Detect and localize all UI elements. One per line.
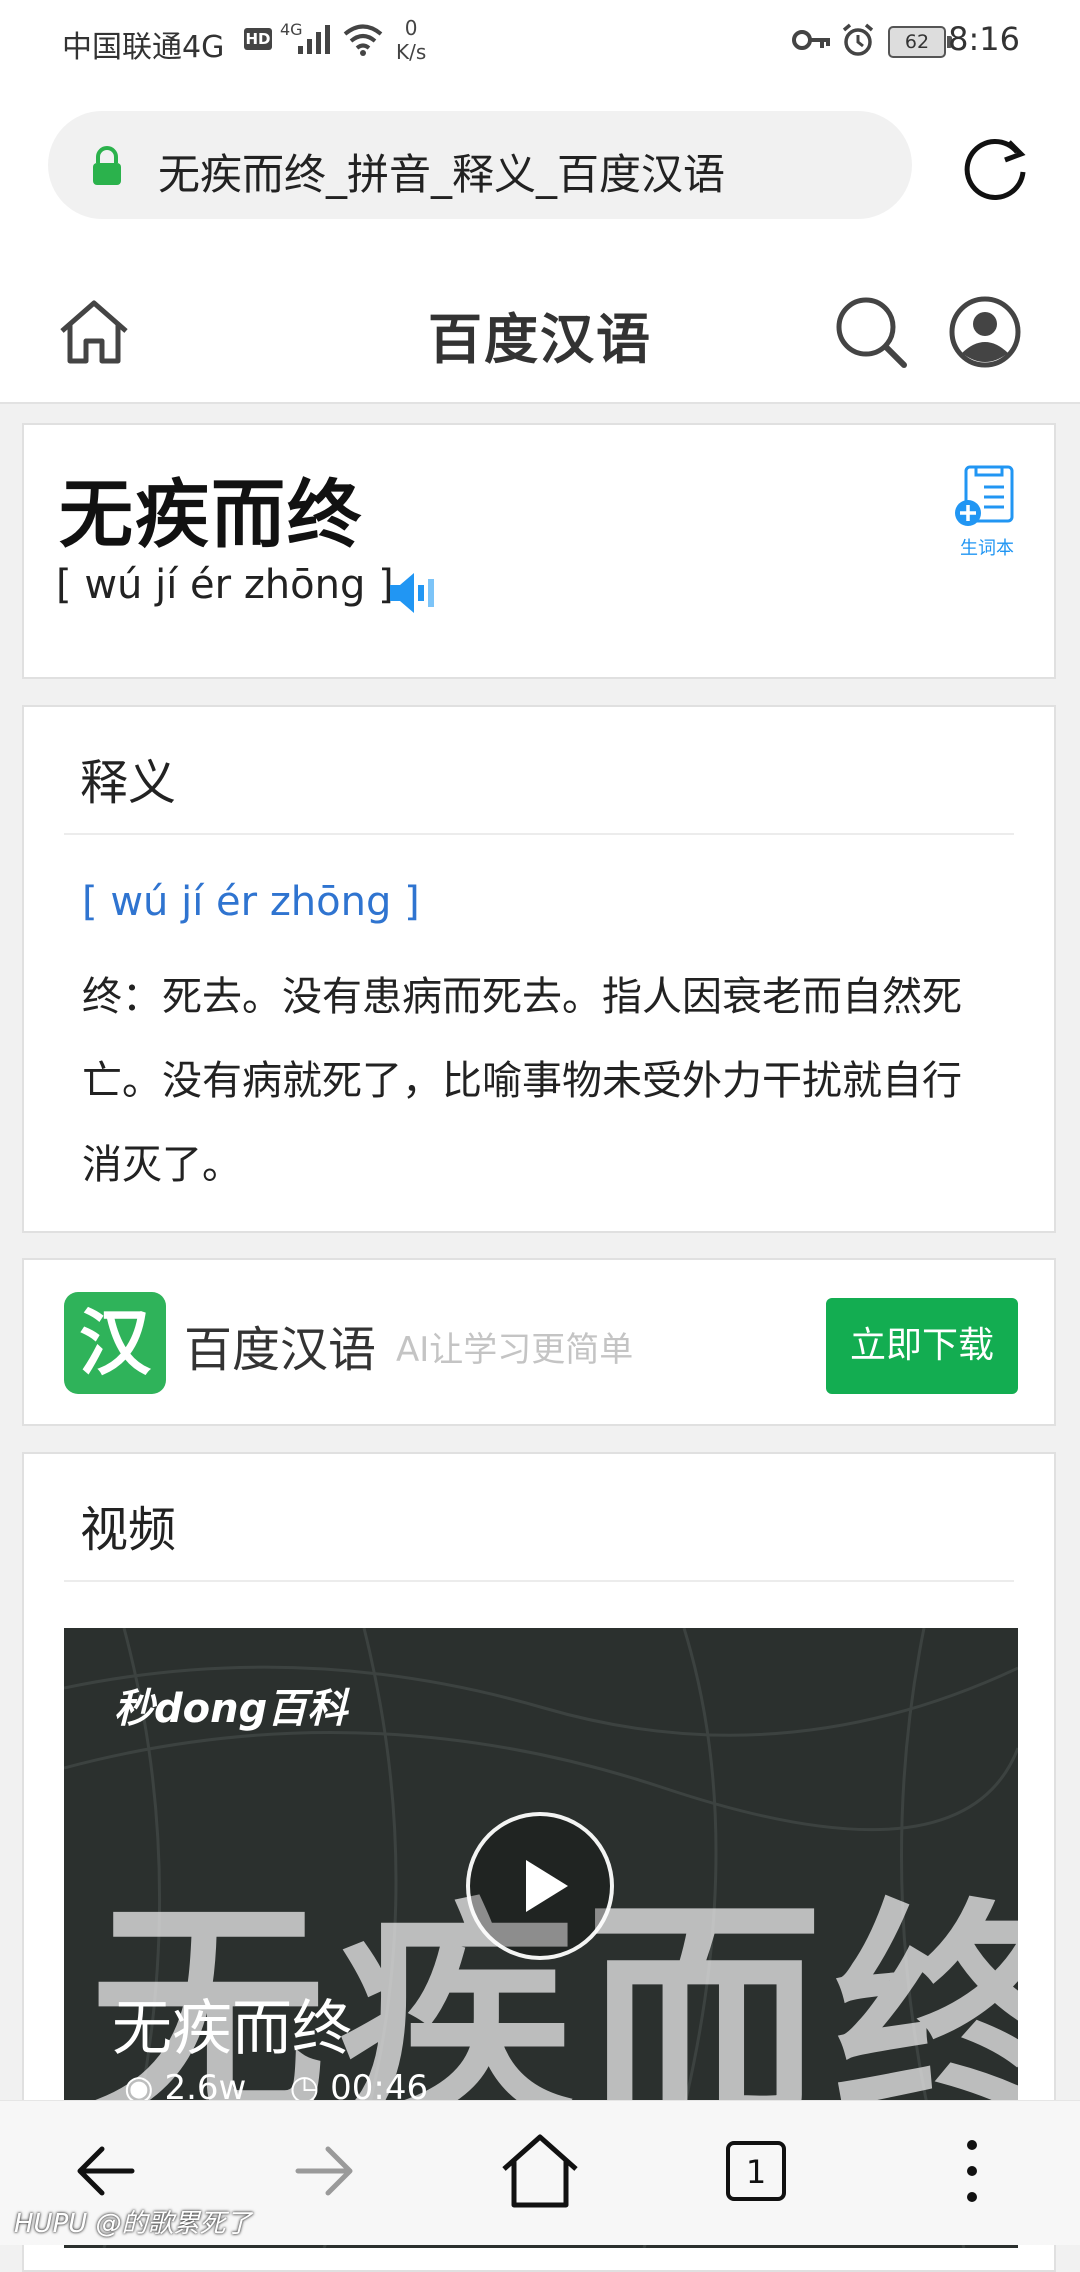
definition-pinyin: [ wú jí ér zhōng ]	[82, 879, 420, 925]
hd-badge: HD	[244, 28, 272, 50]
more-vertical-icon	[967, 2140, 977, 2202]
search-icon[interactable]	[834, 295, 910, 371]
video-watermark: 秒dong百科	[114, 1686, 348, 1732]
reload-icon[interactable]	[955, 128, 1035, 208]
play-icon	[526, 1860, 568, 1912]
app-slogan: AI让学习更简单	[396, 1330, 634, 1370]
battery-level: 62	[904, 31, 930, 53]
app-logo-char: 汉	[78, 1301, 151, 1385]
divider	[64, 1580, 1014, 1582]
app-banner: 汉 百度汉语 AI让学习更简单 立即下载	[22, 1258, 1056, 1426]
speaker-icon[interactable]	[384, 565, 440, 621]
site-brand: 百度汉语	[428, 308, 652, 371]
app-name: 百度汉语	[184, 1322, 377, 1378]
word-pinyin: [ wú jí ér zhōng ]	[56, 562, 394, 608]
forward-arrow-icon	[295, 2146, 353, 2196]
signal-icon	[298, 25, 330, 54]
battery-indicator: 62	[888, 26, 952, 58]
vocab-book-label: 生词本	[960, 538, 1014, 559]
video-section-title: 视频	[80, 1502, 177, 1558]
site-header: 百度汉语	[0, 255, 1080, 404]
menu-button[interactable]	[912, 2121, 1032, 2221]
alarm-icon	[842, 23, 874, 56]
user-icon[interactable]	[948, 295, 1022, 369]
status-bar: 中国联通4G HD 4G 0 K/s 62 8:16	[0, 0, 1080, 80]
url-field[interactable]: 无疾而终_拼音_释义_百度汉语	[48, 111, 912, 219]
definition-card: 释义 [ wú jí ér zhōng ] 终：死去。没有患病而死去。指人因衰老…	[22, 705, 1056, 1233]
play-button[interactable]	[466, 1812, 614, 1960]
network-speed: 0 K/s	[396, 16, 426, 64]
speed-unit: K/s	[396, 40, 427, 64]
video-title: 无疾而终	[112, 1994, 352, 2064]
app-logo: 汉	[64, 1292, 166, 1394]
lock-icon	[93, 146, 121, 185]
home-nav-icon	[502, 2134, 578, 2208]
browser-address-bar: 无疾而终_拼音_释义_百度汉语	[0, 80, 1080, 255]
overlay-watermark: HUPU @的歌累死了	[14, 2209, 252, 2239]
divider	[64, 833, 1014, 835]
definition-section-title: 释义	[80, 755, 177, 811]
word-card: 无疾而终 [ wú jí ér zhōng ] 生词本	[22, 423, 1056, 679]
vocab-book-button[interactable]: 生词本	[954, 463, 1020, 560]
speed-value: 0	[404, 16, 418, 40]
download-button[interactable]: 立即下载	[826, 1298, 1018, 1394]
home-nav-button[interactable]	[480, 2121, 600, 2221]
tabs-icon: 1	[726, 2141, 786, 2201]
forward-button[interactable]	[264, 2121, 384, 2221]
vocab-book-icon	[955, 465, 1014, 526]
carrier-label: 中国联通4G	[62, 30, 225, 65]
tabs-button[interactable]: 1	[696, 2121, 816, 2221]
word-headline: 无疾而终	[59, 472, 363, 558]
key-icon	[792, 30, 830, 50]
wifi-icon	[343, 24, 383, 56]
page-title-in-url: 无疾而终_拼音_释义_百度汉语	[158, 150, 726, 199]
clock: 8:16	[948, 20, 1020, 58]
tab-count: 1	[746, 2153, 766, 2191]
definition-text: 终：死去。没有患病而死去。指人因衰老而自然死亡。没有病就死了，比喻事物未受外力干…	[82, 974, 962, 1188]
